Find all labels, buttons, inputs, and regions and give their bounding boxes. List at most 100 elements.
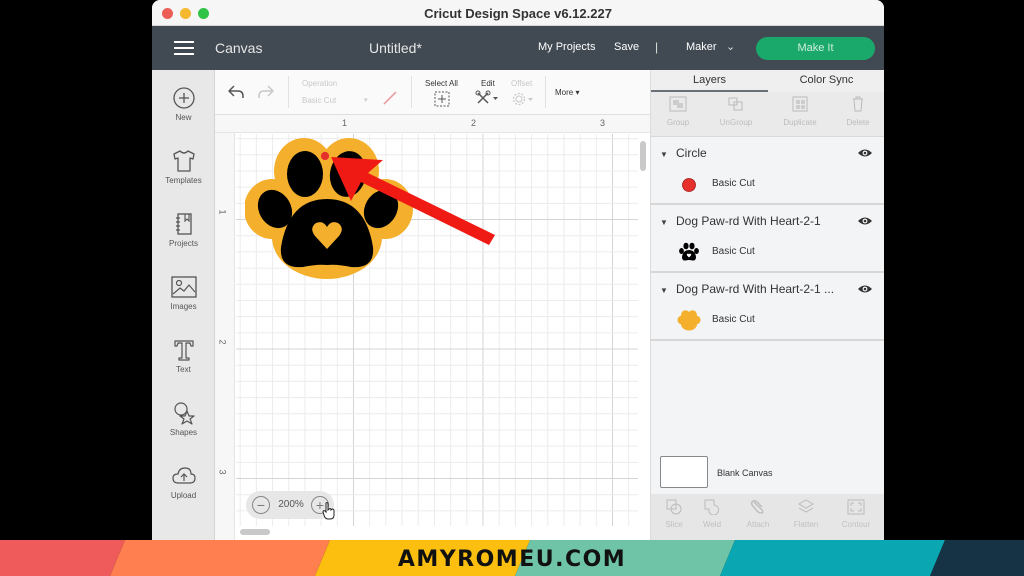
tab-color-sync[interactable]: Color Sync (768, 70, 884, 92)
ruler-tick-label: 2 (471, 118, 477, 128)
collapse-caret-icon[interactable]: ▼ (660, 286, 668, 295)
offset-label: Offset (511, 79, 533, 88)
edit-scissors-icon[interactable] (475, 90, 499, 106)
left-sidebar: New Templates Projects Images Text Shape… (152, 70, 215, 540)
action-label: Flatten (793, 520, 819, 529)
sidebar-item-templates[interactable]: Templates (152, 149, 215, 205)
tshirt-icon (172, 150, 195, 172)
layer-actions: Group UnGroup Duplicate Delete (651, 92, 884, 137)
sidebar-item-label: Upload (170, 491, 197, 500)
notebook-icon (175, 213, 192, 235)
sidebar-item-shapes[interactable]: Shapes (152, 401, 215, 457)
plus-circle-icon (172, 87, 195, 109)
layer-item[interactable]: ▼ Dog Paw-rd With Heart-2-1 Basic Cut (651, 206, 884, 273)
sidebar-item-new[interactable]: New (152, 86, 215, 142)
ruler-horizontal: 1 2 3 (215, 115, 650, 133)
eye-icon[interactable] (857, 284, 873, 294)
screenshot-stage: Cricut Design Space v6.12.227 Canvas Unt… (0, 0, 1024, 576)
panel-tabs: Layers Color Sync (651, 70, 884, 92)
layer-thumbnail-circle (682, 178, 696, 192)
tab-layers[interactable]: Layers (651, 70, 768, 92)
sidebar-item-label: New (175, 113, 192, 122)
ruler-tick-label: 3 (600, 118, 606, 128)
flatten-button[interactable]: Flatten (783, 499, 829, 529)
ruler-vertical: 1 2 3 (215, 133, 235, 540)
contour-button[interactable]: Contour (833, 499, 879, 529)
attach-icon (751, 500, 764, 514)
sidebar-item-label: Images (170, 302, 197, 311)
layer-thumbnail-offset (677, 310, 701, 331)
weld-button[interactable]: Weld (689, 499, 735, 529)
layer-name: Dog Paw-rd With Heart-2-1 (676, 214, 821, 228)
ungroup-icon (728, 97, 743, 111)
ruler-tick-label: 2 (217, 339, 228, 345)
layer-name: Circle (676, 146, 707, 160)
document-title[interactable]: Untitled* (369, 40, 422, 56)
action-label: Attach (746, 520, 770, 529)
image-icon (170, 276, 197, 298)
contour-icon (847, 499, 865, 515)
shapes-icon (173, 402, 195, 425)
ruler-tick-label: 3 (217, 469, 228, 475)
zoom-level: 200% (278, 499, 304, 510)
sidebar-item-projects[interactable]: Projects (152, 212, 215, 268)
ruler-tick-label: 1 (342, 118, 348, 128)
duplicate-button[interactable]: Duplicate (775, 96, 825, 127)
collapse-caret-icon[interactable]: ▼ (660, 150, 668, 159)
action-label: Group (666, 118, 690, 127)
layer-operation: Basic Cut (712, 314, 755, 325)
sidebar-item-label: Projects (169, 239, 198, 248)
sidebar-item-upload[interactable]: Upload (152, 464, 215, 520)
eye-icon[interactable] (857, 216, 873, 226)
layer-operation: Basic Cut (712, 178, 755, 189)
save-button[interactable]: Save (614, 41, 639, 53)
attach-button[interactable]: Attach (735, 499, 781, 529)
vertical-scrollbar[interactable] (640, 141, 646, 171)
app-header: Canvas Untitled* My Projects Save | Make… (152, 26, 884, 70)
collapse-caret-icon[interactable]: ▼ (660, 218, 668, 227)
make-it-button[interactable]: Make It (756, 37, 875, 60)
layer-item[interactable]: ▼ Circle Basic Cut (651, 138, 884, 205)
select-all-icon[interactable] (434, 91, 450, 107)
sidebar-item-text[interactable]: Text (152, 338, 215, 394)
action-label: Delete (846, 118, 870, 127)
edit-toolbar: Operation Basic Cut ▾ Select All Edit Of… (215, 70, 650, 115)
layers-panel: Layers Color Sync Group UnGroup Duplicat… (650, 70, 884, 540)
machine-selector[interactable]: Maker (686, 41, 717, 53)
dropdown-caret-icon: ▾ (364, 97, 368, 104)
toolbar-divider (288, 76, 289, 108)
layer-item[interactable]: ▼ Dog Paw-rd With Heart-2-1 ... Basic Cu… (651, 274, 884, 341)
chevron-down-icon[interactable]: ⌄ (726, 40, 735, 53)
zoom-out-button[interactable]: − (252, 496, 270, 514)
redo-icon[interactable] (257, 84, 275, 100)
sidebar-item-label: Shapes (169, 428, 198, 437)
undo-icon[interactable] (227, 84, 245, 100)
trash-icon (853, 96, 863, 112)
my-projects-link[interactable]: My Projects (538, 41, 595, 53)
linetype-pen-icon[interactable] (382, 90, 398, 106)
flatten-icon (797, 499, 815, 513)
cloud-upload-icon (171, 467, 196, 484)
design-canvas[interactable]: 1 2 3 1 2 3 − 200% + (215, 115, 650, 540)
delete-button[interactable]: Delete (833, 96, 883, 127)
more-menu-button[interactable]: More ▾ (555, 88, 579, 97)
eye-icon[interactable] (857, 148, 873, 158)
edit-label: Edit (481, 79, 495, 88)
blank-canvas-layer[interactable]: Blank Canvas (651, 450, 884, 494)
slice-icon (666, 499, 682, 515)
app-window: Cricut Design Space v6.12.227 Canvas Unt… (152, 0, 884, 540)
menu-hamburger-icon[interactable] (174, 41, 194, 55)
sidebar-item-label: Text (176, 365, 191, 374)
title-bar: Cricut Design Space v6.12.227 (152, 0, 884, 26)
group-button[interactable]: Group (653, 96, 703, 127)
horizontal-scrollbar[interactable] (240, 529, 270, 535)
select-all-label: Select All (425, 79, 458, 88)
ungroup-button[interactable]: UnGroup (711, 96, 761, 127)
offset-icon[interactable] (512, 91, 536, 107)
sidebar-item-images[interactable]: Images (152, 275, 215, 331)
action-label: Contour (841, 520, 871, 529)
hand-pointer-cursor-icon (322, 502, 335, 520)
operation-select[interactable]: Basic Cut ▾ (302, 94, 374, 108)
annotation-arrow (331, 157, 495, 245)
header-divider: | (655, 40, 659, 54)
